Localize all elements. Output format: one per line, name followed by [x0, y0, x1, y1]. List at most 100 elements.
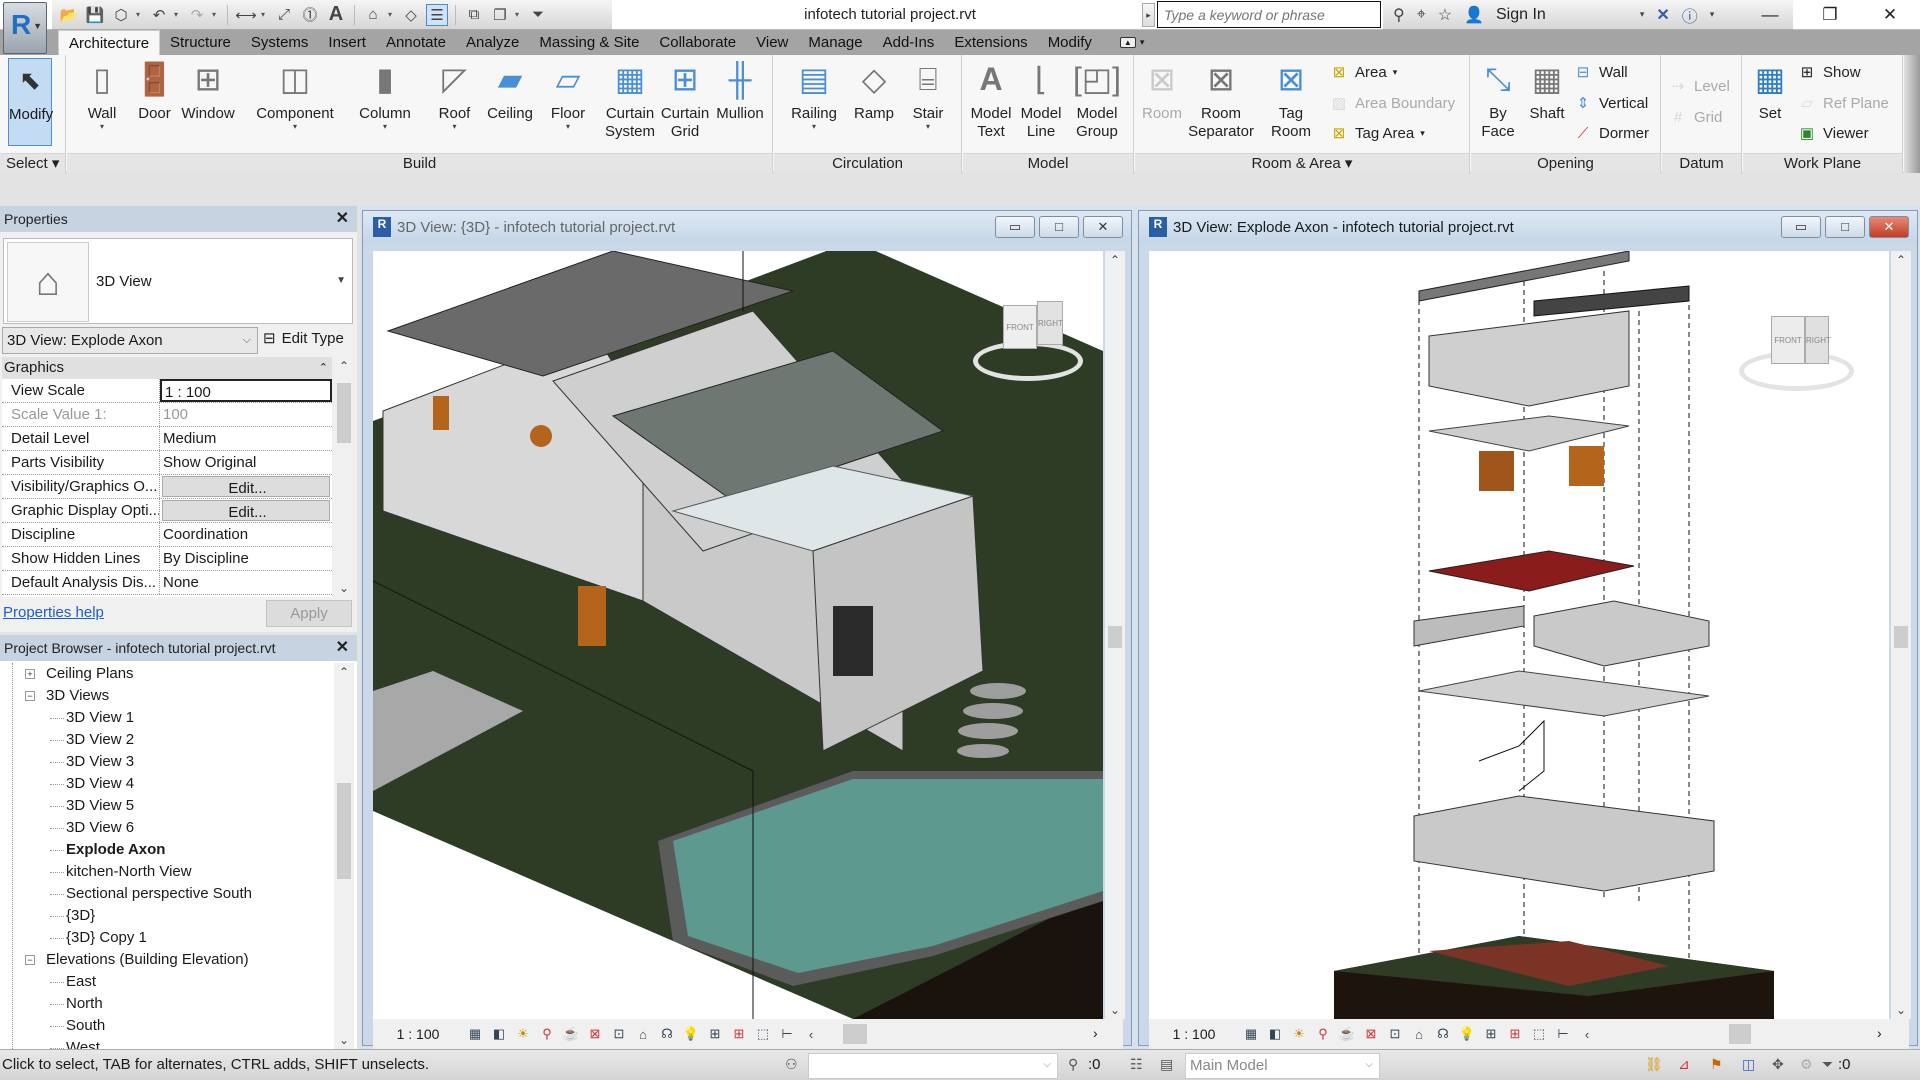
open-icon[interactable]: 📂: [58, 4, 80, 26]
work-plane-viewer-button[interactable]: ▣ Viewer: [1797, 122, 1869, 144]
visual-style-icon[interactable]: ◧: [1263, 1026, 1287, 1042]
stair-button[interactable]: ⌸ Stair ▾: [906, 59, 950, 131]
scroll-thumb[interactable]: [337, 783, 351, 879]
type-selector[interactable]: ⌂ 3D View ▼: [3, 238, 353, 324]
scroll-down-icon[interactable]: ⌄: [1891, 1003, 1911, 1017]
view-title-bar[interactable]: R 3D View: Explode Axon - infotech tutor…: [1139, 211, 1917, 243]
sync-icon[interactable]: ⬡: [110, 4, 132, 26]
properties-scrollbar[interactable]: ⌃ ⌄: [334, 357, 354, 597]
expand-icon[interactable]: +: [25, 669, 35, 679]
model-group-button[interactable]: [◰] Model Group: [1069, 59, 1125, 141]
section-icon[interactable]: ◇: [400, 4, 422, 26]
tag-area-button[interactable]: ⊠ Tag Area ▾: [1329, 122, 1425, 144]
tab-annotate[interactable]: Annotate: [376, 30, 456, 55]
wall-opening-button[interactable]: ⊟ Wall: [1573, 61, 1628, 83]
room-area-panel-dropdown[interactable]: Room & Area ▾: [1135, 153, 1469, 173]
horizontal-scroll-thumb[interactable]: [843, 1024, 867, 1044]
select-pinned-icon[interactable]: ⚑: [1710, 1056, 1723, 1073]
show-analytical-model-icon[interactable]: ⊞: [727, 1026, 751, 1042]
scroll-up-icon[interactable]: ⌃: [334, 359, 354, 373]
tree-item[interactable]: Sectional perspective South: [0, 883, 334, 905]
worksets-icon[interactable]: ⚇: [785, 1056, 798, 1073]
help-dropdown[interactable]: ▾: [1710, 9, 1715, 20]
viewcube[interactable]: FRONT RIGHT: [973, 301, 1083, 391]
show-work-plane-button[interactable]: ⊞ Show: [1797, 61, 1861, 83]
undo-icon[interactable]: ↶: [148, 4, 170, 26]
visual-style-icon[interactable]: ◧: [487, 1026, 511, 1042]
shadows-off-icon[interactable]: ⚲: [535, 1026, 559, 1042]
help-icon[interactable]: ⓘ: [1682, 3, 1698, 27]
tree-item[interactable]: 3D View 3: [0, 751, 334, 773]
properties-help-link[interactable]: Properties help: [3, 604, 104, 621]
edit-button[interactable]: Edit...: [162, 476, 330, 497]
tree-item[interactable]: South: [0, 1015, 334, 1037]
show-crop-region-icon[interactable]: ⊡: [607, 1026, 631, 1042]
level-button[interactable]: ⇢ Level: [1668, 75, 1730, 97]
view-minimize-button[interactable]: ▭: [995, 216, 1035, 238]
scroll-thumb[interactable]: [1108, 626, 1122, 648]
tree-item[interactable]: {3D}: [0, 905, 334, 927]
scroll-down-icon[interactable]: ⌄: [334, 581, 354, 595]
show-analytical-model-icon[interactable]: ⊞: [1503, 1026, 1527, 1042]
design-option-dropdown[interactable]: Main Model ⌵: [1185, 1053, 1380, 1079]
apply-button[interactable]: Apply: [266, 600, 352, 627]
group-header-graphics[interactable]: Graphics ⌃: [2, 357, 332, 379]
sync-dropdown[interactable]: ▾: [136, 10, 144, 19]
tab-manage[interactable]: Manage: [798, 30, 872, 55]
tag-room-button[interactable]: ⊠ Tag Room: [1265, 59, 1317, 141]
highlight-displacement-icon[interactable]: ⬚: [1527, 1026, 1551, 1042]
edit-type-button[interactable]: ⊟ Edit Type: [263, 329, 344, 348]
search-expand-icon[interactable]: ▸: [1142, 3, 1155, 27]
view-scale-button[interactable]: 1 : 100: [1149, 1026, 1239, 1042]
scroll-down-icon[interactable]: ⌄: [334, 1033, 354, 1047]
scroll-left-icon[interactable]: ‹: [799, 1027, 823, 1042]
tree-item[interactable]: West: [0, 1037, 334, 1049]
property-value[interactable]: Medium: [160, 427, 332, 450]
redo-dropdown[interactable]: ▾: [212, 10, 220, 19]
area-button[interactable]: ⊠ Area ▾: [1329, 61, 1398, 83]
autodesk-exchange-icon[interactable]: ✕: [1656, 5, 1669, 25]
favorites-star-icon[interactable]: ☆: [1438, 5, 1452, 25]
scroll-right-icon[interactable]: ›: [1877, 1025, 1882, 1041]
redo-icon[interactable]: ↷: [186, 4, 208, 26]
exclude-options-icon[interactable]: ▤: [1160, 1056, 1173, 1073]
design-options-icon[interactable]: ☷: [1130, 1056, 1143, 1073]
property-value[interactable]: None: [160, 571, 332, 594]
tab-view[interactable]: View: [746, 30, 798, 55]
detail-level-icon[interactable]: ▦: [463, 1026, 487, 1042]
room-button[interactable]: ⊠ Room: [1139, 59, 1185, 123]
view-scale-button[interactable]: 1 : 100: [373, 1026, 463, 1042]
sun-path-off-icon[interactable]: ☀: [1287, 1026, 1311, 1042]
thin-lines-icon[interactable]: ☰: [426, 3, 448, 26]
door-button[interactable]: 🚪 Door: [132, 59, 177, 123]
ceiling-button[interactable]: ▰ Ceiling: [484, 59, 536, 123]
drag-on-selection-icon[interactable]: ✥: [1772, 1056, 1784, 1073]
tree-item[interactable]: 3D View 4: [0, 773, 334, 795]
shadows-off-icon[interactable]: ⚲: [1311, 1026, 1335, 1042]
temporary-view-properties-icon[interactable]: ⊞: [1479, 1026, 1503, 1042]
tree-folder[interactable]: + Ceiling Plans: [0, 663, 334, 685]
close-icon[interactable]: ✕: [336, 206, 349, 232]
viewcube-right-face[interactable]: RIGHT: [1037, 301, 1063, 345]
tab-architecture[interactable]: Architecture: [58, 30, 161, 55]
tree-item[interactable]: 3D View 2: [0, 729, 334, 751]
vertical-opening-button[interactable]: ⇕ Vertical: [1573, 92, 1649, 114]
sign-in-dropdown[interactable]: ▾: [1640, 9, 1645, 20]
window-button[interactable]: ⊞ Window: [179, 59, 237, 123]
tab-massing-site[interactable]: Massing & Site: [529, 30, 649, 55]
tree-item[interactable]: North: [0, 993, 334, 1015]
grid-button[interactable]: # Grid: [1668, 106, 1723, 128]
view-close-button[interactable]: ✕: [1083, 216, 1123, 238]
modify-button[interactable]: ⬉ Modify: [8, 58, 53, 146]
measure-dropdown[interactable]: ▾: [261, 10, 269, 19]
dormer-button[interactable]: ⟋ Dormer: [1573, 122, 1649, 144]
collapse-icon[interactable]: −: [25, 955, 35, 965]
tree-item[interactable]: kitchen-North View: [0, 861, 334, 883]
temporary-view-properties-icon[interactable]: ⊞: [703, 1026, 727, 1042]
room-separator-button[interactable]: ⊠ Room Separator: [1185, 59, 1257, 141]
tab-collaborate[interactable]: Collaborate: [649, 30, 746, 55]
restore-button[interactable]: ❐: [1800, 0, 1860, 30]
filter-icon[interactable]: ⏷: [1822, 1056, 1833, 1073]
instance-selector[interactable]: 3D View: Explode Axon ⌵: [2, 327, 258, 354]
property-value[interactable]: Show Original: [160, 451, 332, 474]
